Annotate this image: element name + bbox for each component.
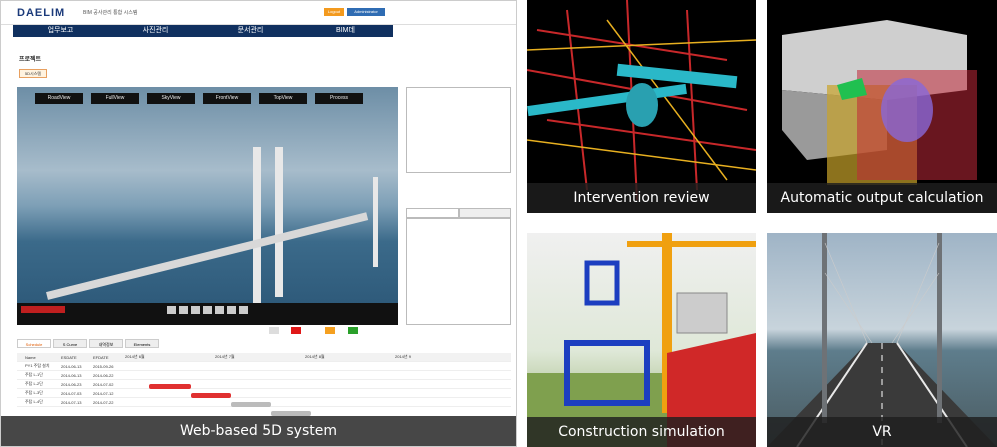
vr-panel: VR bbox=[767, 233, 997, 447]
tab-elements[interactable]: Elements bbox=[125, 339, 159, 348]
output-3d-render bbox=[767, 0, 997, 213]
tab-5d-system[interactable]: 5D시스템 bbox=[19, 69, 47, 78]
legend-green bbox=[348, 327, 358, 334]
tab-3d[interactable] bbox=[458, 208, 511, 218]
intervention-3d-render bbox=[527, 0, 756, 213]
web-5d-system-panel: DAELIM BIM 공사관리 통합 시스템 Logout Administra… bbox=[0, 0, 517, 447]
schedule-tabs: Schedule S Curve 내역정보 Elements bbox=[17, 339, 159, 348]
page-title: 프로젝트 bbox=[19, 57, 42, 63]
logout-button[interactable]: Logout bbox=[324, 8, 344, 16]
bridge-tower-right bbox=[275, 147, 283, 297]
gantt-bar bbox=[149, 384, 191, 389]
gantt-header: Name ESDATE EFDATE 2014년 6월 2014년 7월 201… bbox=[17, 353, 511, 362]
table-row[interactable]: 주탑 L-3단 2014-07-03 2014-07-12 bbox=[17, 389, 511, 398]
app-header: DAELIM BIM 공사관리 통합 시스템 Logout Administra… bbox=[1, 1, 516, 25]
main-nav: 업무보고 사진관리 문서관리 BIM데 bbox=[13, 25, 393, 37]
table-row[interactable]: 주탑 L-2단 2014-06-23 2014-07-02 bbox=[17, 380, 511, 389]
gantt-bar bbox=[231, 402, 271, 407]
schedule-tree[interactable] bbox=[406, 87, 511, 173]
skyview-button[interactable]: SkyView bbox=[147, 93, 195, 104]
process-button[interactable]: Process bbox=[315, 93, 363, 104]
output-calculation-panel: Automatic output calculation bbox=[767, 0, 997, 213]
event-panel bbox=[406, 218, 511, 325]
caption-vr: VR bbox=[767, 417, 997, 447]
playback-controls bbox=[17, 303, 398, 325]
tab-event[interactable] bbox=[406, 208, 459, 218]
construction-simulation-panel: Construction simulation bbox=[527, 233, 756, 447]
vr-render bbox=[767, 233, 997, 447]
caption-web-5d: Web-based 5D system bbox=[1, 416, 516, 446]
nav-item-photo[interactable]: 사진관리 bbox=[108, 25, 203, 37]
date-indicator bbox=[21, 306, 65, 313]
tab-s-curve[interactable]: S Curve bbox=[53, 339, 87, 348]
roadview-button[interactable]: RoadView bbox=[35, 93, 83, 104]
admin-button[interactable]: Administrator bbox=[347, 8, 385, 16]
legend-gray bbox=[269, 327, 279, 334]
topview-button[interactable]: TopView bbox=[259, 93, 307, 104]
bridge-tower-left bbox=[253, 147, 261, 307]
fullview-button[interactable]: FullView bbox=[91, 93, 139, 104]
playback-buttons[interactable] bbox=[167, 306, 248, 314]
legend-orange bbox=[325, 327, 335, 334]
schedule-gantt: Schedule S Curve 내역정보 Elements Name ESDA… bbox=[17, 339, 511, 419]
view-toolbar: RoadView FullView SkyView FrontView TopV… bbox=[35, 93, 363, 104]
side-tabs bbox=[406, 208, 511, 218]
legend-red bbox=[291, 327, 301, 334]
caption-output: Automatic output calculation bbox=[767, 183, 997, 213]
gantt-bar bbox=[191, 393, 231, 398]
frontview-button[interactable]: FrontView bbox=[203, 93, 251, 104]
nav-item-docs[interactable]: 문서관리 bbox=[203, 25, 298, 37]
caption-construction: Construction simulation bbox=[527, 417, 756, 447]
tab-schedule[interactable]: Schedule bbox=[17, 339, 51, 348]
table-row[interactable]: 주탑 L-1단 2014-06-13 2014-06-22 bbox=[17, 371, 511, 380]
caption-intervention: Intervention review bbox=[527, 183, 756, 213]
system-subtitle: BIM 공사관리 통합 시스템 bbox=[83, 10, 138, 16]
nav-item-report[interactable]: 업무보고 bbox=[13, 25, 108, 37]
intervention-review-panel: Intervention review bbox=[527, 0, 756, 213]
nav-item-bim[interactable]: BIM데 bbox=[298, 25, 393, 37]
daelim-logo: DAELIM bbox=[17, 7, 66, 19]
bridge-deck bbox=[46, 212, 369, 300]
construction-3d-render bbox=[527, 233, 756, 447]
bridge-tower-far bbox=[373, 177, 378, 267]
bridge-3d-viewer[interactable]: RoadView FullView SkyView FrontView TopV… bbox=[17, 87, 398, 325]
tab-cost-info[interactable]: 내역정보 bbox=[89, 339, 123, 348]
table-row[interactable]: PY1 주탑 설치 2014-06-13 2015-09-26 bbox=[17, 362, 511, 371]
gantt-grid: Name ESDATE EFDATE 2014년 6월 2014년 7월 201… bbox=[17, 353, 511, 407]
